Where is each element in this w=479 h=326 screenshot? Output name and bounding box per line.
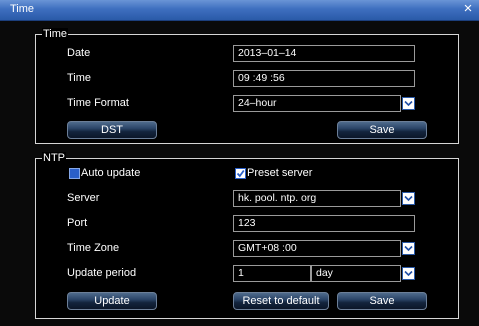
checkmark-icon	[236, 169, 245, 178]
time-field[interactable]: 09 :49 :56	[233, 70, 415, 87]
timezone-dropdown-button[interactable]	[402, 242, 415, 255]
ntp-save-button[interactable]: Save	[337, 292, 427, 310]
chevron-down-icon	[404, 245, 413, 252]
update-period-unit-dropdown-button[interactable]	[402, 267, 415, 280]
timezone-select[interactable]: GMT+08 :00	[233, 240, 401, 257]
update-period-unit-select[interactable]: day	[311, 265, 401, 282]
preset-server-label: Preset server	[247, 167, 313, 179]
chevron-down-icon	[404, 100, 413, 107]
update-period-label: Update period	[67, 267, 137, 279]
chevron-down-icon	[404, 195, 413, 202]
date-field[interactable]: 2013–01–14	[233, 45, 415, 62]
port-field[interactable]: 123	[233, 215, 415, 232]
reset-to-default-button[interactable]: Reset to default	[233, 292, 329, 310]
time-format-select[interactable]: 24–hour	[233, 95, 401, 112]
auto-update-checkbox[interactable]	[69, 168, 80, 179]
time-panel-legend: Time	[42, 28, 69, 41]
server-label: Server	[67, 192, 100, 204]
window-titlebar: Time ×	[0, 0, 479, 21]
update-period-field[interactable]: 1	[233, 265, 311, 282]
time-format-label: Time Format	[67, 97, 129, 109]
server-select[interactable]: hk. pool. ntp. org	[233, 190, 401, 207]
auto-update-label: Auto update	[81, 167, 141, 179]
window-title: Time	[10, 3, 35, 15]
preset-server-checkbox[interactable]	[235, 168, 246, 179]
dst-button[interactable]: DST	[67, 121, 157, 139]
server-dropdown-button[interactable]	[402, 192, 415, 205]
date-label: Date	[67, 47, 91, 59]
time-label: Time	[67, 72, 92, 84]
update-button[interactable]: Update	[67, 292, 157, 310]
port-label: Port	[67, 217, 88, 229]
ntp-panel-legend: NTP	[42, 152, 66, 165]
chevron-down-icon	[404, 270, 413, 277]
close-icon[interactable]: ×	[462, 1, 474, 17]
time-save-button[interactable]: Save	[337, 121, 427, 139]
time-panel: Time Date 2013–01–14 Time 09 :49 :56 Tim…	[35, 28, 459, 144]
timezone-label: Time Zone	[67, 242, 120, 254]
ntp-panel: NTP Auto update Preset server Server hk.…	[35, 152, 459, 319]
time-format-dropdown-button[interactable]	[402, 97, 415, 110]
